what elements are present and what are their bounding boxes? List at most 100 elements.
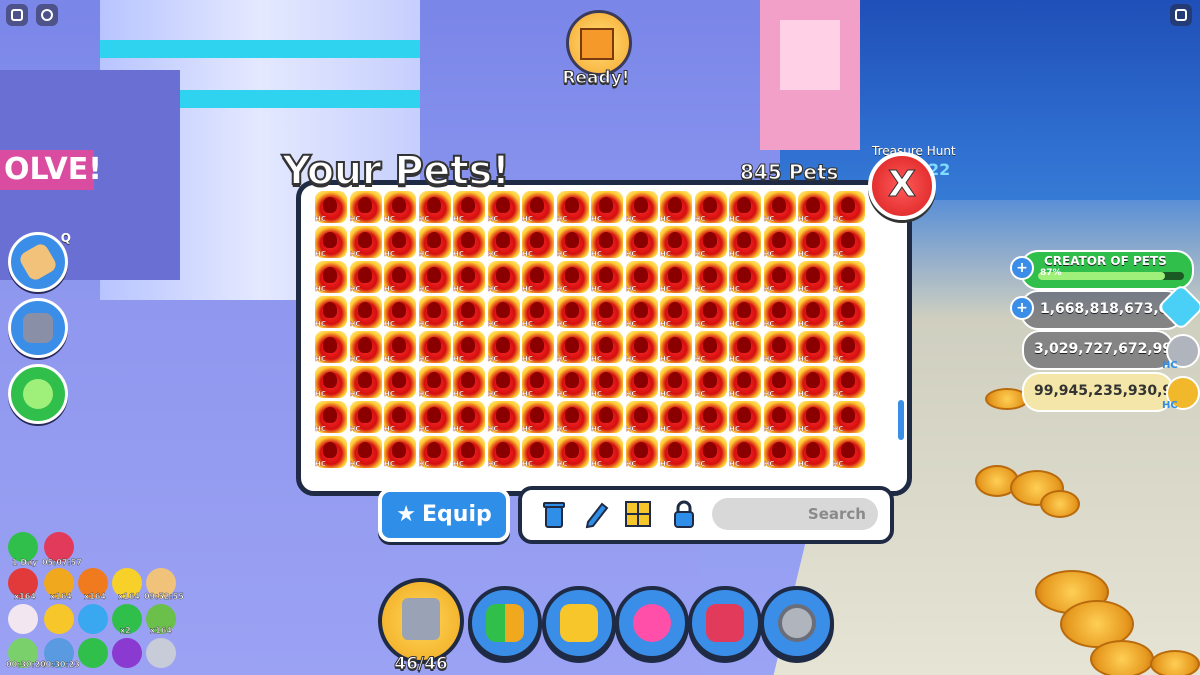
pet-tile[interactable]: HC xyxy=(384,401,416,433)
pet-tile[interactable]: HC xyxy=(694,191,727,223)
pet-tile[interactable]: HC xyxy=(487,436,520,468)
trade-button[interactable] xyxy=(468,586,542,660)
scrollbar[interactable] xyxy=(898,400,904,440)
pet-tile[interactable]: HC xyxy=(522,226,554,258)
pet-tile[interactable]: HC xyxy=(453,436,485,468)
pet-tile[interactable]: HC xyxy=(694,401,727,433)
pet-tile[interactable]: HC xyxy=(384,331,416,363)
more-options-button[interactable] xyxy=(1170,4,1192,26)
pet-tile[interactable]: HC xyxy=(453,401,485,433)
pet-tile[interactable]: HC xyxy=(660,191,692,223)
pet-tile[interactable]: HC xyxy=(349,331,382,363)
pet-tile[interactable]: HC xyxy=(487,226,520,258)
pet-tile[interactable]: HC xyxy=(315,366,347,398)
pet-tile[interactable]: HC xyxy=(315,261,347,293)
eco-button[interactable] xyxy=(8,364,68,424)
pet-tile[interactable]: HC xyxy=(453,331,485,363)
pet-tile[interactable]: HC xyxy=(453,296,485,328)
pet-tile[interactable]: HC xyxy=(453,261,485,293)
pet-tile[interactable]: HC xyxy=(556,436,589,468)
pet-tile[interactable]: HC xyxy=(591,261,623,293)
pet-tile[interactable]: HC xyxy=(729,436,761,468)
pet-tile[interactable]: HC xyxy=(591,296,623,328)
pet-tile[interactable]: HC xyxy=(798,191,830,223)
pet-tile[interactable]: HC xyxy=(798,436,830,468)
pet-tile[interactable]: HC xyxy=(487,401,520,433)
pet-tile[interactable]: HC xyxy=(832,226,865,258)
equipped-pets-button[interactable]: 46/46 xyxy=(378,578,464,675)
pet-tile[interactable]: HC xyxy=(556,296,589,328)
pet-tile[interactable]: HC xyxy=(487,296,520,328)
pet-tile[interactable]: HC xyxy=(729,191,761,223)
pet-tile[interactable]: HC xyxy=(694,331,727,363)
flower-icon[interactable] xyxy=(112,638,142,668)
clover-icon[interactable] xyxy=(78,638,108,668)
pet-tile[interactable]: HC xyxy=(798,226,830,258)
rank-plus-button[interactable]: + xyxy=(1010,256,1034,280)
pet-tile[interactable]: HC xyxy=(694,261,727,293)
diamonds-plus-button[interactable]: + xyxy=(1010,296,1034,320)
pet-tile[interactable]: HC xyxy=(763,436,796,468)
rename-pencil-icon[interactable] xyxy=(580,498,612,530)
pet-tile[interactable]: HC xyxy=(729,331,761,363)
pet-tile[interactable]: HC xyxy=(522,401,554,433)
pet-tile[interactable]: HC xyxy=(315,296,347,328)
pet-tile[interactable]: HC xyxy=(453,226,485,258)
pet-tile[interactable]: HC xyxy=(832,296,865,328)
pet-tile[interactable]: HC xyxy=(384,191,416,223)
pet-tile[interactable]: HC xyxy=(522,436,554,468)
pet-tile[interactable]: HC xyxy=(384,366,416,398)
pet-tile[interactable]: HC xyxy=(798,261,830,293)
pet-tile[interactable]: HC xyxy=(660,261,692,293)
pet-tile[interactable]: HC xyxy=(694,296,727,328)
pet-tile[interactable]: HC xyxy=(660,226,692,258)
mystery-icon[interactable] xyxy=(146,638,176,668)
pet-tile[interactable]: HC xyxy=(522,191,554,223)
pet-tile[interactable]: HC xyxy=(591,226,623,258)
pet-tile[interactable]: HC xyxy=(349,296,382,328)
pet-tile[interactable]: HC xyxy=(763,296,796,328)
pet-tile[interactable]: HC xyxy=(349,191,382,223)
shop-button[interactable] xyxy=(688,586,762,660)
verified-icon[interactable] xyxy=(78,604,108,634)
pet-tile[interactable]: HC xyxy=(798,331,830,363)
pet-tile[interactable]: HC xyxy=(384,226,416,258)
equip-button[interactable]: ★ Equip xyxy=(378,488,510,542)
pet-tile[interactable]: HC xyxy=(694,226,727,258)
pet-tile[interactable]: HC xyxy=(763,191,796,223)
egg-icon[interactable] xyxy=(8,604,38,634)
pet-tile[interactable]: HC xyxy=(556,261,589,293)
pet-tile[interactable]: HC xyxy=(763,331,796,363)
pet-tile[interactable]: HC xyxy=(418,296,451,328)
pet-tile[interactable]: HC xyxy=(418,436,451,468)
pet-tile[interactable]: HC xyxy=(556,226,589,258)
pet-tile[interactable]: HC xyxy=(487,331,520,363)
pet-tile[interactable]: HC xyxy=(522,261,554,293)
pet-tile[interactable]: HC xyxy=(763,261,796,293)
pet-tile[interactable]: HC xyxy=(349,226,382,258)
pet-tile[interactable]: HC xyxy=(418,331,451,363)
pet-tile[interactable]: HC xyxy=(625,191,658,223)
pet-tile[interactable]: HC xyxy=(315,401,347,433)
pet-tile[interactable]: HC xyxy=(487,261,520,293)
pet-tile[interactable]: HC xyxy=(487,366,520,398)
pet-tile[interactable]: HC xyxy=(556,191,589,223)
pet-tile[interactable]: HC xyxy=(729,401,761,433)
pet-tile[interactable]: HC xyxy=(660,366,692,398)
lock-icon[interactable] xyxy=(668,498,700,530)
pet-tile[interactable]: HC xyxy=(832,331,865,363)
pet-tile[interactable]: HC xyxy=(418,401,451,433)
pet-tile[interactable]: HC xyxy=(556,401,589,433)
pet-tile[interactable]: HC xyxy=(660,331,692,363)
pet-tile[interactable]: HC xyxy=(832,436,865,468)
pet-tile[interactable]: HC xyxy=(384,261,416,293)
pet-tile[interactable]: HC xyxy=(522,331,554,363)
pet-tile[interactable]: HC xyxy=(660,296,692,328)
pet-tile[interactable]: HC xyxy=(798,366,830,398)
pet-tile[interactable]: HC xyxy=(660,401,692,433)
pet-tile[interactable]: HC xyxy=(625,226,658,258)
chat-button[interactable] xyxy=(36,4,58,26)
potions-button[interactable]: Q xyxy=(8,231,71,292)
pet-tile[interactable]: HC xyxy=(729,366,761,398)
pet-tile[interactable]: HC xyxy=(556,366,589,398)
